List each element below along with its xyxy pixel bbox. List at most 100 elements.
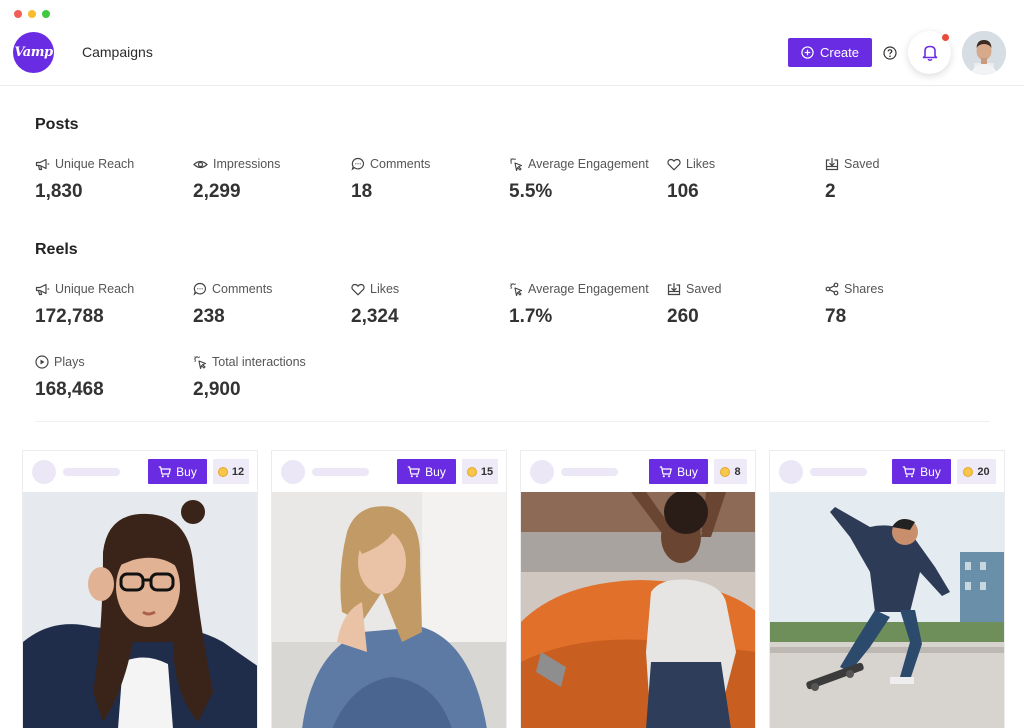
posts-stat-average-engagement: Average Engagement 5.5% xyxy=(509,156,669,203)
stat-value: 2 xyxy=(825,181,836,202)
stat-value: 2,299 xyxy=(193,181,241,202)
posts-stat-impressions: Impressions 2,299 xyxy=(193,156,353,203)
nav-campaigns-link[interactable]: Campaigns xyxy=(82,44,153,60)
creator-name-placeholder xyxy=(63,468,120,476)
buy-button[interactable]: Buy xyxy=(649,459,708,484)
reels-section-title: Reels xyxy=(35,241,78,258)
buy-button[interactable]: Buy xyxy=(148,459,207,484)
section-divider xyxy=(35,421,990,422)
buy-button-label: Buy xyxy=(677,464,698,479)
heart-icon xyxy=(667,158,681,170)
stat-label: Saved xyxy=(844,157,880,171)
top-bar: Vamp Campaigns Create xyxy=(0,0,1024,86)
coin-badge: 8 xyxy=(714,459,747,484)
stat-label: Saved xyxy=(686,282,722,296)
coin-icon xyxy=(963,466,974,477)
comment-icon xyxy=(351,157,364,171)
posts-stat-comments: Comments 18 xyxy=(351,156,511,203)
posts-stat-likes: Likes 106 xyxy=(667,156,827,203)
coin-count: 12 xyxy=(231,465,245,478)
stat-value: 106 xyxy=(667,181,699,202)
creator-name-placeholder xyxy=(312,468,369,476)
bell-icon xyxy=(922,45,937,61)
content-card[interactable]: Buy 15 xyxy=(271,450,507,728)
stat-label: Likes xyxy=(370,282,400,296)
comment-icon xyxy=(193,282,206,296)
creator-name-placeholder xyxy=(561,468,618,476)
cart-icon xyxy=(407,465,420,477)
stat-value: 1.7% xyxy=(509,306,553,327)
coin-count: 15 xyxy=(480,465,494,478)
posts-stat-saved: Saved 2 xyxy=(825,156,985,203)
stat-value: 1,830 xyxy=(35,181,83,202)
plus-circle-icon xyxy=(801,46,814,59)
stat-label: Average Engagement xyxy=(528,282,649,296)
coin-badge: 12 xyxy=(213,459,249,484)
vamp-logo[interactable]: Vamp xyxy=(13,32,54,73)
share-icon xyxy=(825,282,839,296)
coin-icon xyxy=(720,466,731,477)
sparkle-click-icon xyxy=(194,356,207,369)
reels-stat-average-engagement: Average Engagement 1.7% xyxy=(509,281,669,328)
creator-avatar-placeholder xyxy=(530,460,554,484)
post-photo-woman-glasses[interactable] xyxy=(23,492,257,728)
reels-stat-plays: Plays 168,468 xyxy=(35,354,195,401)
stat-value: 18 xyxy=(351,181,373,202)
creator-avatar-placeholder xyxy=(779,460,803,484)
post-photo-woman-orange-car[interactable] xyxy=(521,492,755,728)
cart-icon xyxy=(158,465,171,477)
create-button[interactable]: Create xyxy=(788,38,872,67)
create-button-label: Create xyxy=(819,45,860,60)
creator-avatar-placeholder xyxy=(281,460,305,484)
stat-value: 2,324 xyxy=(351,306,399,327)
reels-stat-comments: Comments 238 xyxy=(193,281,353,328)
save-icon xyxy=(667,283,681,296)
reels-stat-likes: Likes 2,324 xyxy=(351,281,511,328)
post-photo-skateboarder[interactable] xyxy=(770,492,1004,728)
buy-button[interactable]: Buy xyxy=(892,459,951,484)
coin-badge: 20 xyxy=(957,459,996,484)
buy-button-label: Buy xyxy=(425,464,446,479)
notification-dot xyxy=(942,34,949,41)
stat-value: 78 xyxy=(825,306,847,327)
stat-value: 2,900 xyxy=(193,379,241,400)
content-card[interactable]: Buy 20 xyxy=(769,450,1005,728)
content-card[interactable]: Buy 8 xyxy=(520,450,756,728)
stat-label: Comments xyxy=(212,282,273,296)
post-photo-woman-denim[interactable] xyxy=(272,492,506,728)
coin-icon xyxy=(466,466,477,477)
coin-icon xyxy=(217,466,228,477)
heart-icon xyxy=(351,283,365,295)
stat-label: Likes xyxy=(686,157,716,171)
sparkle-click-icon xyxy=(510,283,523,296)
posts-stat-unique-reach: Unique Reach 1,830 xyxy=(35,156,195,203)
buy-button[interactable]: Buy xyxy=(397,459,456,484)
megaphone-icon xyxy=(35,283,50,295)
user-avatar[interactable] xyxy=(962,31,1006,75)
eye-icon xyxy=(193,160,208,168)
stat-label: Impressions xyxy=(213,157,281,171)
reels-stat-saved: Saved 260 xyxy=(667,281,827,328)
reels-stat-total-interactions: Total interactions 2,900 xyxy=(193,354,353,401)
creator-avatar-placeholder xyxy=(32,460,56,484)
stat-label: Total interactions xyxy=(212,355,306,369)
reels-stat-shares: Shares 78 xyxy=(825,281,985,328)
stat-label: Shares xyxy=(844,282,884,296)
buy-button-label: Buy xyxy=(920,464,941,479)
stat-value: 5.5% xyxy=(509,181,553,202)
sparkle-click-icon xyxy=(510,158,523,171)
stat-label: Comments xyxy=(370,157,431,171)
stat-label: Unique Reach xyxy=(55,157,135,171)
buy-button-label: Buy xyxy=(176,464,197,479)
megaphone-icon xyxy=(35,158,50,170)
notifications-button[interactable] xyxy=(908,31,951,74)
stat-value: 260 xyxy=(667,306,699,327)
stat-label: Plays xyxy=(54,355,85,369)
stat-value: 172,788 xyxy=(35,306,104,327)
stat-value: 238 xyxy=(193,306,225,327)
coin-badge: 15 xyxy=(462,459,498,484)
content-card[interactable]: Buy 12 xyxy=(22,450,258,728)
coin-count: 8 xyxy=(734,465,741,478)
help-icon[interactable] xyxy=(883,46,897,60)
play-icon xyxy=(35,355,49,369)
